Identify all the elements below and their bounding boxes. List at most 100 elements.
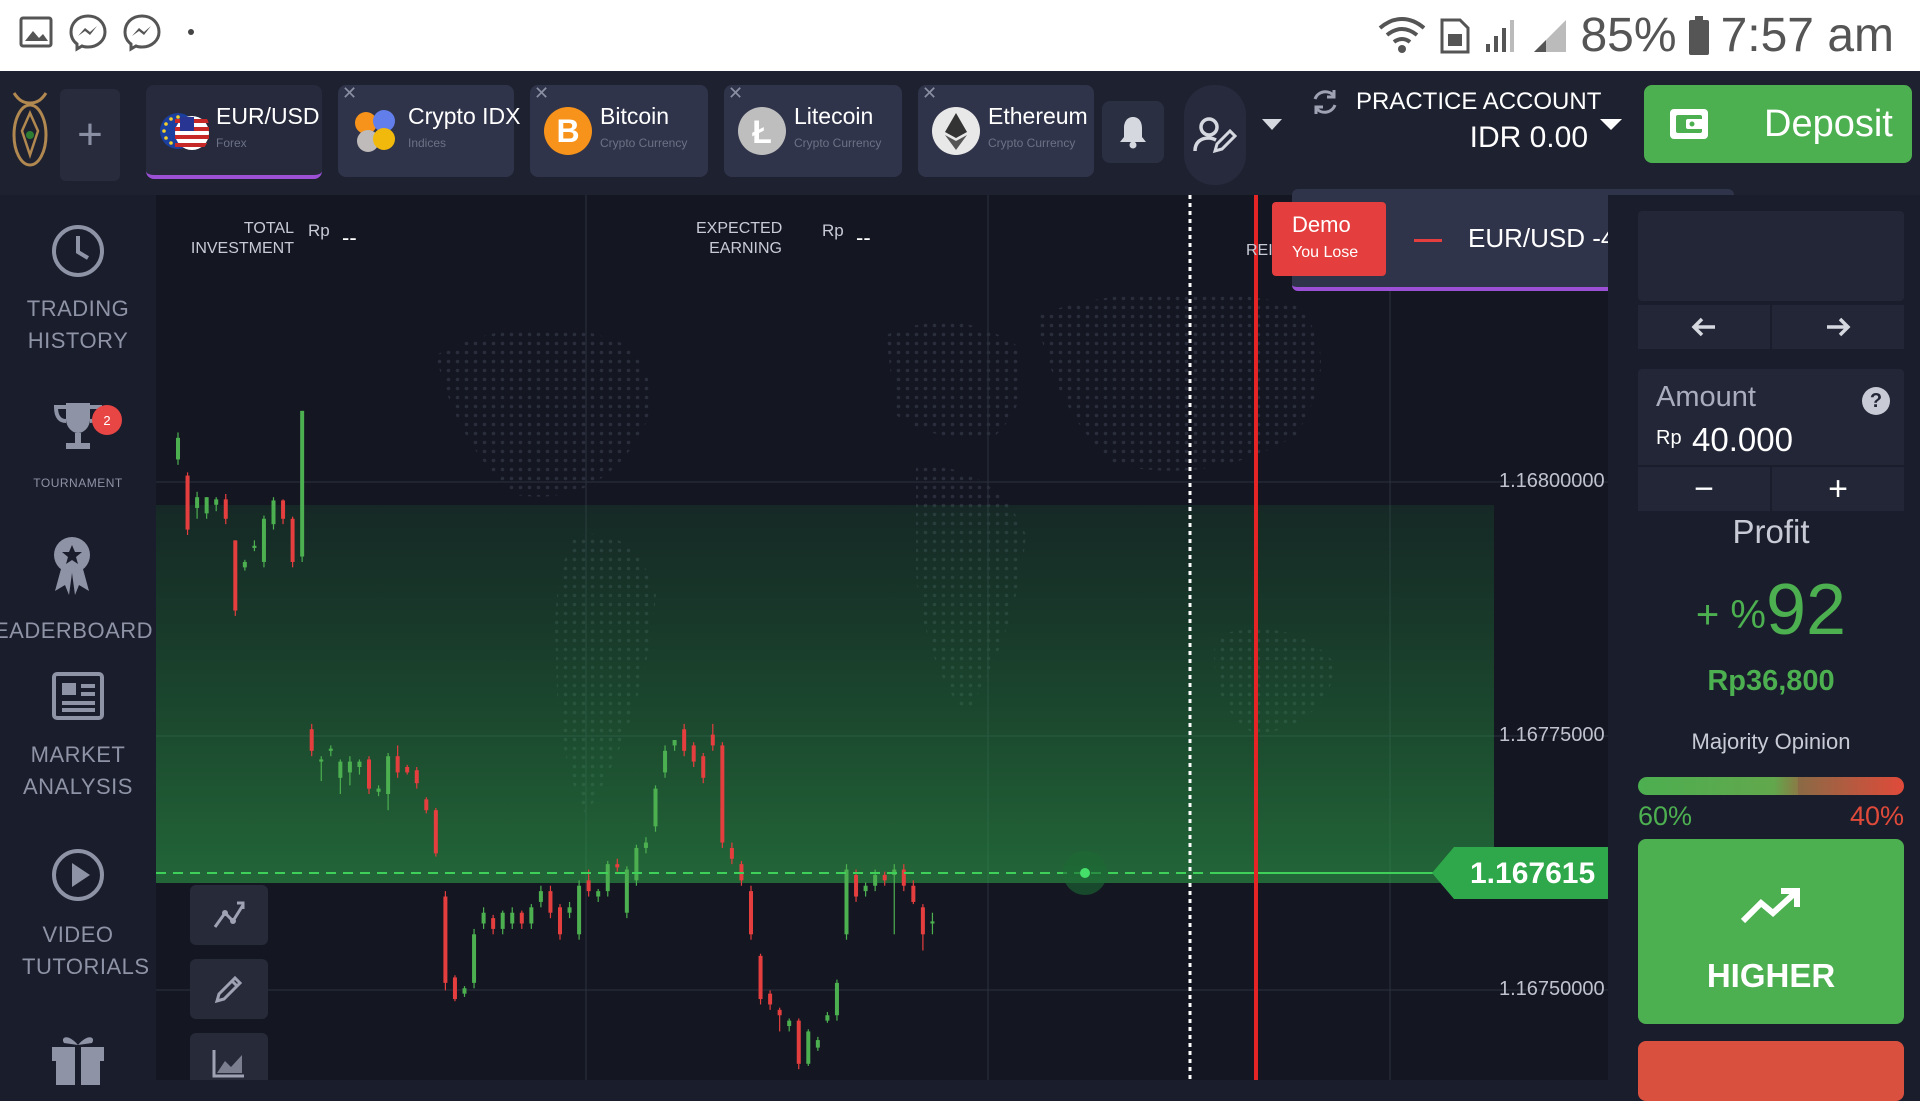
sidebar-item-video-tutorials[interactable]: VIDEO TUTORIALS	[0, 847, 156, 983]
candle-down	[920, 907, 925, 935]
asset-tab-name: EUR/USD	[216, 103, 320, 129]
candlestick-chart[interactable]	[156, 195, 1608, 1080]
candle-up	[214, 499, 219, 505]
account-balance[interactable]: IDR 0.00	[1452, 121, 1588, 155]
candle-down	[367, 759, 371, 789]
amount-value[interactable]: 40.000	[1692, 421, 1793, 459]
sidebar-item-label: EADERBOARD	[0, 618, 154, 643]
sidebar-item-leaderboard[interactable]: EADERBOARD	[0, 533, 154, 647]
higher-button[interactable]: HIGHER	[1638, 839, 1904, 1024]
signal-icon	[1486, 19, 1515, 52]
candle-up	[634, 847, 639, 881]
candle-up	[815, 1040, 820, 1048]
wallet-icon	[1670, 109, 1708, 139]
sidebar-item-tournament[interactable]: 2 TOURNAMENT	[0, 399, 156, 491]
candle-down	[720, 745, 725, 843]
candle-down	[701, 756, 706, 778]
amount-input[interactable]: Amount Rp 40.000 ?	[1638, 369, 1904, 465]
current-price-dot	[1080, 868, 1090, 878]
area-chart-icon	[212, 1050, 244, 1078]
price-chart[interactable]: TOTAL INVESTMENT Rp -- EXPECTED EARNING …	[156, 195, 1608, 1080]
current-price-value: 1.167615	[1470, 857, 1596, 890]
sidebar-item-gift[interactable]	[0, 1031, 156, 1085]
candle-up	[242, 561, 247, 568]
majority-lower-percent: 40%	[1849, 801, 1904, 831]
chart-type-button[interactable]	[190, 1033, 268, 1080]
candle-down	[491, 918, 496, 929]
expected-earning-currency: Rp	[822, 221, 844, 240]
expiry-next-button[interactable]	[1772, 305, 1904, 349]
asset-tab-ethereum[interactable]: ✕ Ethereum Crypto Currency	[918, 83, 1094, 177]
arrow-left-icon	[1691, 317, 1715, 337]
close-tab-icon[interactable]: ✕	[342, 83, 357, 104]
asset-tab-category: Crypto Currency	[988, 136, 1076, 150]
total-investment-value: --	[342, 225, 357, 250]
majority-higher-fill	[1638, 777, 1798, 795]
expiry-previous-button[interactable]	[1638, 305, 1770, 349]
sidebar: TRADING HISTORY 2 TOURNAMENT EADERBOARD …	[0, 195, 156, 1085]
litecoin-icon: Ł	[738, 107, 786, 155]
switch-account-icon[interactable]	[1310, 87, 1340, 117]
candle-down	[452, 977, 457, 1000]
asset-tab-litecoin[interactable]: ✕ Ł Litecoin Crypto Currency	[724, 83, 902, 177]
account-dropdown-chevron-icon[interactable]	[1600, 119, 1622, 130]
profile-dropdown-chevron-icon[interactable]	[1262, 119, 1282, 130]
candle-up	[300, 410, 305, 557]
asset-tab-crypto-idx[interactable]: ✕ Crypto IDX Indices	[338, 83, 520, 177]
y-axis-tick: 1.16775000	[1499, 724, 1605, 746]
candle-down	[558, 907, 562, 935]
sidebar-item-trading-history[interactable]: TRADING HISTORY	[0, 223, 156, 357]
asset-tab-category: Forex	[216, 136, 247, 150]
candle-down	[749, 891, 753, 935]
increase-amount-button[interactable]: +	[1772, 467, 1904, 511]
truncated-stat-label: REI	[1246, 242, 1273, 259]
trade-result-status: You Lose	[1292, 244, 1359, 261]
candle-down	[586, 880, 591, 892]
profile-button[interactable]	[1184, 85, 1246, 185]
candle-up	[338, 761, 343, 778]
candle-up	[863, 885, 868, 892]
help-icon[interactable]: ?	[1862, 387, 1890, 415]
indicators-tool-button[interactable]	[190, 885, 268, 945]
sidebar-item-market-analysis[interactable]: MARKET ANALYSIS	[0, 671, 156, 803]
y-axis-tick: 1.16800000	[1499, 470, 1605, 492]
close-tab-icon[interactable]: ✕	[728, 83, 743, 104]
gallery-icon	[19, 16, 53, 48]
candle-down	[911, 885, 916, 902]
account-type-label[interactable]: PRACTICE ACCOUNT	[1356, 88, 1601, 116]
candle-down	[281, 500, 286, 519]
higher-button-label: HIGHER	[1706, 957, 1836, 994]
trade-result-account: Demo	[1292, 212, 1351, 237]
decrease-amount-button[interactable]: −	[1638, 467, 1770, 511]
indicators-icon	[213, 901, 245, 928]
notifications-button[interactable]	[1102, 101, 1164, 163]
app-logo-icon[interactable]	[8, 85, 52, 183]
battery-icon	[1688, 15, 1709, 55]
amount-stepper: − +	[1638, 467, 1904, 511]
candle-up	[376, 788, 381, 792]
candle-up	[806, 1031, 811, 1064]
profit-prefix: + %	[1695, 593, 1766, 637]
asset-tab-name: Crypto IDX	[408, 103, 521, 129]
asset-tab-eur-usd[interactable]: EUR/USD Forex	[146, 85, 322, 179]
deposit-button[interactable]: Deposit	[1644, 85, 1912, 163]
close-tab-icon[interactable]: ✕	[534, 83, 549, 104]
asset-tab-bitcoin[interactable]: ✕ B Bitcoin Crypto Currency	[530, 83, 708, 177]
profit-percent-value: 92	[1765, 570, 1847, 650]
expiry-time-field[interactable]	[1638, 211, 1904, 301]
candle-up	[271, 500, 276, 525]
candle-down	[233, 540, 238, 611]
lower-button[interactable]	[1638, 1041, 1904, 1101]
pencil-icon	[214, 975, 243, 1004]
profit-percentage: + %92	[1638, 569, 1904, 651]
candle-up	[462, 988, 467, 994]
close-tab-icon[interactable]: ✕	[922, 83, 937, 104]
candle-up	[204, 497, 209, 514]
drawing-tool-button[interactable]	[190, 959, 268, 1019]
y-axis-tick: 1.16750000	[1499, 978, 1605, 1000]
asset-tab-category: Indices	[408, 136, 447, 150]
candle-up	[538, 891, 543, 902]
candle-up	[577, 885, 582, 935]
candle-down	[443, 896, 448, 983]
add-asset-tab-button[interactable]: +	[60, 89, 120, 181]
